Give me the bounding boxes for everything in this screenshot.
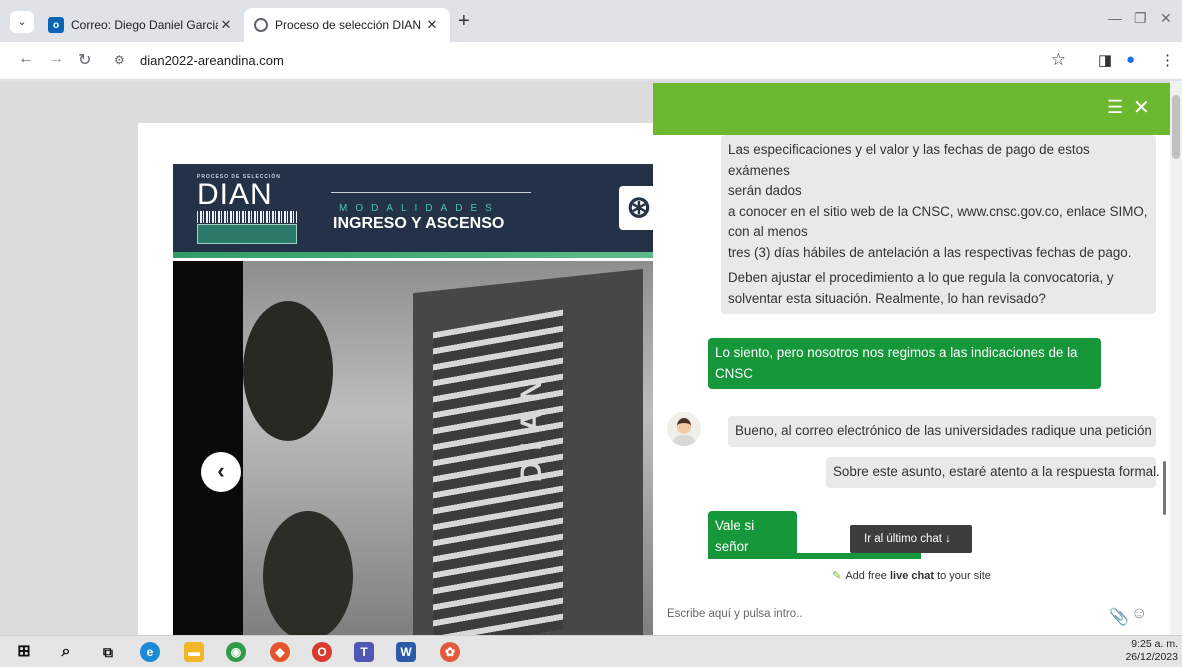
word-icon[interactable]: W bbox=[396, 642, 416, 662]
message-line: Deben ajustar el procedimiento a lo que … bbox=[728, 270, 1114, 285]
chat-header: ☰ ✕ bbox=[653, 83, 1170, 135]
message-line: serán dados bbox=[728, 183, 802, 198]
chat-scrollbar[interactable] bbox=[1163, 135, 1167, 555]
teams-icon[interactable]: T bbox=[354, 642, 374, 662]
forward-arrow-icon[interactable]: → bbox=[48, 50, 64, 68]
system-clock[interactable]: 9:25 a. m. 26/12/2023 bbox=[1125, 638, 1178, 664]
live-chat-widget: ☰ ✕ Las especificaciones y el valor y la… bbox=[653, 83, 1170, 635]
building-sign: DIAN bbox=[515, 369, 548, 483]
close-tab-icon[interactable]: ✕ bbox=[424, 17, 440, 33]
banner-divider bbox=[331, 192, 531, 193]
clock-date: 26/12/2023 bbox=[1125, 651, 1178, 663]
building-graphic bbox=[197, 224, 297, 244]
close-chat-icon[interactable]: ✕ bbox=[1133, 95, 1150, 120]
windows-start-icon[interactable]: ⊞ bbox=[14, 642, 34, 662]
chat-message-visitor: Deben ajustar el procedimiento a lo que … bbox=[721, 263, 1156, 314]
building-photo: DIAN bbox=[173, 261, 653, 635]
agent-avatar bbox=[667, 412, 701, 446]
carousel-prev-button[interactable]: ‹ bbox=[201, 452, 241, 492]
bookmark-star-icon[interactable]: ☆ bbox=[1051, 50, 1066, 70]
back-arrow-icon[interactable]: ← bbox=[18, 50, 34, 68]
seal-logo-icon: ⊛ bbox=[619, 186, 653, 230]
tab-correo[interactable]: o Correo: Diego Daniel Garcia Pu ✕ bbox=[38, 8, 244, 42]
close-window-icon[interactable]: ✕ bbox=[1160, 10, 1172, 27]
chat-message-agent-partial bbox=[708, 553, 921, 559]
message-line: CNSC bbox=[715, 365, 753, 381]
new-tab-button[interactable]: + bbox=[458, 10, 470, 33]
photo-dark-edge bbox=[173, 261, 243, 635]
message-line: Lo siento, pero nosotros nos regimos a l… bbox=[715, 345, 1078, 360]
windows-taskbar: ⊞ ⌕ ⧉ e ▬ ◉ ◆ O T W ✿ 9:25 a. m. 26/12/2… bbox=[0, 635, 1182, 667]
task-view-icon[interactable]: ⧉ bbox=[98, 642, 118, 662]
powered-bold: live chat bbox=[889, 570, 935, 582]
site-info-icon[interactable]: ⚙ bbox=[114, 53, 125, 67]
page-scrollbar[interactable] bbox=[1170, 81, 1182, 635]
message-line: tres (3) días hábiles de antelación a la… bbox=[728, 244, 1132, 260]
chat-input[interactable]: Escribe aquí y pulsa intro.. bbox=[667, 608, 803, 620]
brush-icon: ✎ bbox=[832, 570, 842, 582]
message-line: a conocer en el sitio web de la CNSC, ww… bbox=[728, 203, 1148, 219]
chrome-icon[interactable]: ◉ bbox=[226, 642, 246, 662]
opera-icon[interactable]: O bbox=[312, 642, 332, 662]
emoji-icon[interactable]: ☺ bbox=[1131, 605, 1147, 623]
tree-foliage bbox=[243, 301, 333, 441]
chat-message-agent: Vale si señor bbox=[708, 511, 797, 555]
restore-icon[interactable]: ❐ bbox=[1134, 10, 1147, 27]
powered-suffix: to your site bbox=[934, 570, 991, 582]
chat-message-visitor: Bueno, al correo electrónico de las univ… bbox=[728, 416, 1156, 447]
browser-tab-strip: ⌄ o Correo: Diego Daniel Garcia Pu ✕ Pro… bbox=[0, 0, 1182, 42]
chat-message-agent: Lo siento, pero nosotros nos regimos a l… bbox=[708, 338, 1101, 389]
address-bar[interactable]: ⚙ dian2022-areandina.com ☆ bbox=[106, 47, 1076, 75]
tab-search-chevron-icon[interactable]: ⌄ bbox=[10, 11, 34, 33]
close-tab-icon[interactable]: ✕ bbox=[218, 17, 234, 33]
banner-accent-line bbox=[173, 252, 653, 258]
dian-banner: PROCESO DE SELECCIÓN DIAN MODALIDADES IN… bbox=[173, 164, 653, 252]
paint-icon[interactable]: ✿ bbox=[440, 642, 460, 662]
profile-icon[interactable]: ● bbox=[1126, 51, 1135, 68]
clock-time: 9:25 a. m. bbox=[1131, 638, 1178, 650]
side-panel-icon[interactable]: ◨ bbox=[1098, 51, 1112, 69]
chat-message-visitor: Sobre este asunto, estaré atento a la re… bbox=[826, 457, 1160, 488]
reload-icon[interactable]: ↻ bbox=[78, 50, 91, 70]
dian-logo: DIAN bbox=[197, 178, 273, 211]
tab-proceso-seleccion[interactable]: Proceso de selección DIAN 202 ✕ bbox=[244, 8, 450, 42]
message-line: Bueno, al correo electrónico de las univ… bbox=[735, 423, 1156, 438]
jump-to-latest-button[interactable]: Ir al último chat ↓ bbox=[850, 525, 972, 553]
edge-icon[interactable]: e bbox=[140, 642, 160, 662]
tab-title: Correo: Diego Daniel Garcia Pu bbox=[71, 18, 218, 32]
tree-foliage bbox=[263, 511, 353, 635]
minimize-icon[interactable]: — bbox=[1108, 10, 1122, 26]
message-line: con al menos bbox=[728, 224, 808, 239]
globe-icon bbox=[254, 18, 268, 32]
chat-message-visitor: Las especificaciones y el valor y las fe… bbox=[721, 135, 1156, 268]
page-scrollbar-thumb[interactable] bbox=[1172, 95, 1180, 159]
tab-title: Proceso de selección DIAN 202 bbox=[275, 18, 424, 32]
chat-scrollbar-thumb[interactable] bbox=[1163, 461, 1166, 515]
banner-title: INGRESO Y ASCENSO bbox=[333, 215, 505, 232]
outlook-icon: o bbox=[48, 17, 64, 33]
hamburger-menu-icon[interactable]: ☰ bbox=[1107, 97, 1123, 118]
browser-toolbar: ← → ↻ ⚙ dian2022-areandina.com ☆ ◨ ● ⋮ bbox=[0, 42, 1182, 80]
barcode-graphic bbox=[197, 211, 297, 223]
url-text[interactable]: dian2022-areandina.com bbox=[140, 53, 284, 68]
powered-prefix: Add free bbox=[845, 570, 890, 582]
message-line: Las especificaciones y el valor y las fe… bbox=[728, 142, 1090, 178]
attachment-icon[interactable]: 📎 bbox=[1109, 607, 1129, 627]
firefox-icon[interactable]: ◆ bbox=[270, 642, 290, 662]
banner-modalidades: MODALIDADES bbox=[339, 203, 500, 214]
message-line: Vale si señor bbox=[715, 518, 755, 554]
powered-by-link[interactable]: ✎ Add free live chat to your site bbox=[653, 569, 1170, 582]
message-line: solventar esta situación. Realmente, lo … bbox=[728, 290, 1046, 306]
message-line: Sobre este asunto, estaré atento a la re… bbox=[833, 464, 1160, 479]
search-icon[interactable]: ⌕ bbox=[56, 642, 76, 662]
file-explorer-icon[interactable]: ▬ bbox=[184, 642, 204, 662]
chat-input-row: Escribe aquí y pulsa intro.. 📎 ☺ bbox=[653, 598, 1170, 635]
chat-messages[interactable]: Las especificaciones y el valor y las fe… bbox=[653, 135, 1170, 555]
more-menu-icon[interactable]: ⋮ bbox=[1160, 51, 1175, 69]
